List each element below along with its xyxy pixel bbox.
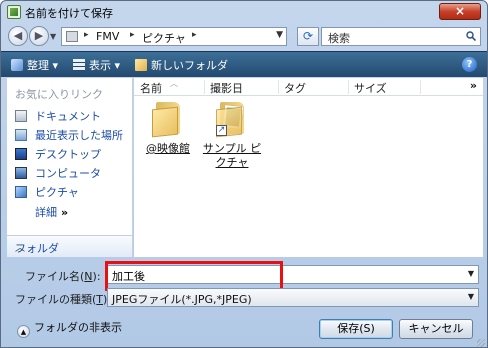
column-date-taken[interactable]: 撮影日 xyxy=(210,80,243,96)
new-folder-icon xyxy=(135,59,147,71)
breadcrumb-fmv[interactable]: FMV xyxy=(96,30,119,43)
shortcut-arrow-icon: ↗ xyxy=(216,125,227,136)
column-divider[interactable] xyxy=(278,80,279,94)
filetype-label: ファイルの種類(T): xyxy=(15,293,111,306)
sidebar-item-desktop[interactable]: デスクトップ xyxy=(15,146,101,162)
favorite-links-heading: お気に入りリンク xyxy=(15,88,103,101)
sidebar-item-label: コンピュータ xyxy=(35,167,101,180)
file-list-pane: 名前 ︿ 撮影日 タグ サイズ » @映像館 ↗ サンプル ピクチャ xyxy=(134,78,483,257)
column-divider[interactable] xyxy=(204,80,205,94)
location-icon xyxy=(66,31,78,42)
sidebar-item-computer[interactable]: コンピュータ xyxy=(15,165,101,181)
folder-shortcut-icon: ↗ xyxy=(216,100,248,138)
file-item-label: @映像館 xyxy=(146,142,190,155)
sidebar-item-label: ドキュメント xyxy=(35,110,101,123)
title-bar[interactable]: 名前を付けて保存 × xyxy=(1,1,487,23)
forward-button[interactable]: ▶ xyxy=(29,26,49,46)
new-folder-label: 新しいフォルダ xyxy=(151,59,228,72)
sort-ascending-icon: ︿ xyxy=(170,79,178,88)
sidebar-item-label: デスクトップ xyxy=(35,148,101,161)
desktop-icon xyxy=(15,148,27,160)
app-icon xyxy=(7,5,21,19)
file-item-label: サンプル ピクチャ xyxy=(202,142,262,169)
documents-icon xyxy=(15,110,27,122)
search-input[interactable]: 検索 xyxy=(321,27,481,46)
chevron-right-icon[interactable]: ▸ xyxy=(192,30,197,40)
address-bar[interactable]: ▸ FMV ▸ ピクチャ ▸ ▼ xyxy=(61,27,287,46)
recent-places-icon xyxy=(15,129,27,141)
views-label: 表示 xyxy=(89,59,111,72)
chevron-right-icon[interactable]: ▸ xyxy=(84,30,89,40)
more-label: 詳細 xyxy=(35,206,57,219)
new-folder-button[interactable]: 新しいフォルダ xyxy=(135,57,228,73)
pictures-icon xyxy=(15,186,27,198)
folder-icon xyxy=(152,100,184,138)
column-divider[interactable] xyxy=(420,80,421,94)
column-headers: 名前 ︿ 撮影日 タグ サイズ » xyxy=(134,78,483,96)
hide-folders-label: フォルダの非表示 xyxy=(34,321,122,334)
column-name[interactable]: 名前 xyxy=(140,80,162,96)
save-button[interactable]: 保存(S) xyxy=(319,319,393,339)
back-button[interactable]: ◀ xyxy=(8,26,28,46)
views-icon xyxy=(73,59,85,71)
filename-label: ファイル名(N): xyxy=(25,270,101,283)
sidebar-item-label: 最近表示した場所 xyxy=(35,129,123,142)
more-columns-icon[interactable]: » xyxy=(470,79,477,92)
collapse-icon: ▲ xyxy=(17,325,30,338)
file-item-sample-pictures[interactable]: ↗ サンプル ピクチャ xyxy=(200,100,264,170)
breadcrumb-pictures[interactable]: ピクチャ xyxy=(142,30,186,46)
search-placeholder: 検索 xyxy=(328,32,350,45)
chevron-down-icon: ▾ xyxy=(52,59,59,72)
address-dropdown[interactable]: ▼ xyxy=(276,30,283,40)
column-tags[interactable]: タグ xyxy=(284,80,306,96)
navigation-pane: お気に入りリンク ドキュメント 最近表示した場所 デスクトップ コンピュータ ピ… xyxy=(7,78,133,257)
computer-icon xyxy=(15,167,27,179)
chevron-right-icon[interactable]: ▸ xyxy=(130,30,135,40)
sidebar-item-pictures[interactable]: ピクチャ xyxy=(15,184,79,200)
save-options-panel: ファイル名(N): 加工後 ▼ ファイルの種類(T): JPEGファイル(*.J… xyxy=(1,257,487,347)
cancel-button[interactable]: キャンセル xyxy=(399,319,473,339)
resize-grip[interactable] xyxy=(477,339,485,347)
address-bar-row: ◀ ▶ ▼ ▸ FMV ▸ ピクチャ ▸ ▼ ⟳ 検索 xyxy=(1,23,487,49)
recent-pages-dropdown[interactable]: ▼ xyxy=(50,32,56,41)
window-title: 名前を付けて保存 xyxy=(25,7,113,20)
sidebar-item-label: ピクチャ xyxy=(35,186,79,199)
sidebar-item-recent-places[interactable]: 最近表示した場所 xyxy=(15,127,123,143)
column-divider[interactable] xyxy=(348,80,349,94)
organize-label: 整理 xyxy=(27,59,49,72)
command-toolbar: 整理 ▾ 表示 ▾ 新しいフォルダ ? xyxy=(1,51,487,77)
more-links-button[interactable]: 詳細 » xyxy=(35,204,68,220)
hide-folders-button[interactable]: ▲ フォルダの非表示 xyxy=(17,319,122,338)
organize-icon xyxy=(11,59,23,71)
help-icon[interactable]: ? xyxy=(462,57,477,72)
chevron-up-icon: ︿ xyxy=(15,243,25,254)
chevron-down-icon[interactable]: ▼ xyxy=(468,292,474,301)
save-as-dialog: 名前を付けて保存 × ◀ ▶ ▼ ▸ FMV ▸ ピクチャ ▸ ▼ ⟳ 検索 整… xyxy=(0,0,488,348)
search-icon[interactable] xyxy=(466,31,476,41)
double-chevron-right-icon: » xyxy=(61,206,69,219)
views-menu[interactable]: 表示 ▾ xyxy=(73,57,120,73)
close-button[interactable]: × xyxy=(439,3,481,20)
refresh-button[interactable]: ⟳ xyxy=(297,27,319,46)
organize-menu[interactable]: 整理 ▾ xyxy=(11,57,58,73)
sidebar-item-documents[interactable]: ドキュメント xyxy=(15,108,101,124)
file-item-eizoukan[interactable]: @映像館 xyxy=(136,100,200,156)
chevron-down-icon: ▾ xyxy=(114,59,121,72)
filename-highlight-box xyxy=(105,261,283,291)
filetype-value: JPEGファイル(*.JPG,*JPEG) xyxy=(112,293,252,306)
filetype-select[interactable]: JPEGファイル(*.JPG,*JPEG) ▼ xyxy=(107,288,479,307)
folders-toggle[interactable]: フォルダ ︿ xyxy=(7,235,132,257)
chevron-down-icon[interactable]: ▼ xyxy=(468,269,474,278)
column-size[interactable]: サイズ xyxy=(354,80,387,96)
